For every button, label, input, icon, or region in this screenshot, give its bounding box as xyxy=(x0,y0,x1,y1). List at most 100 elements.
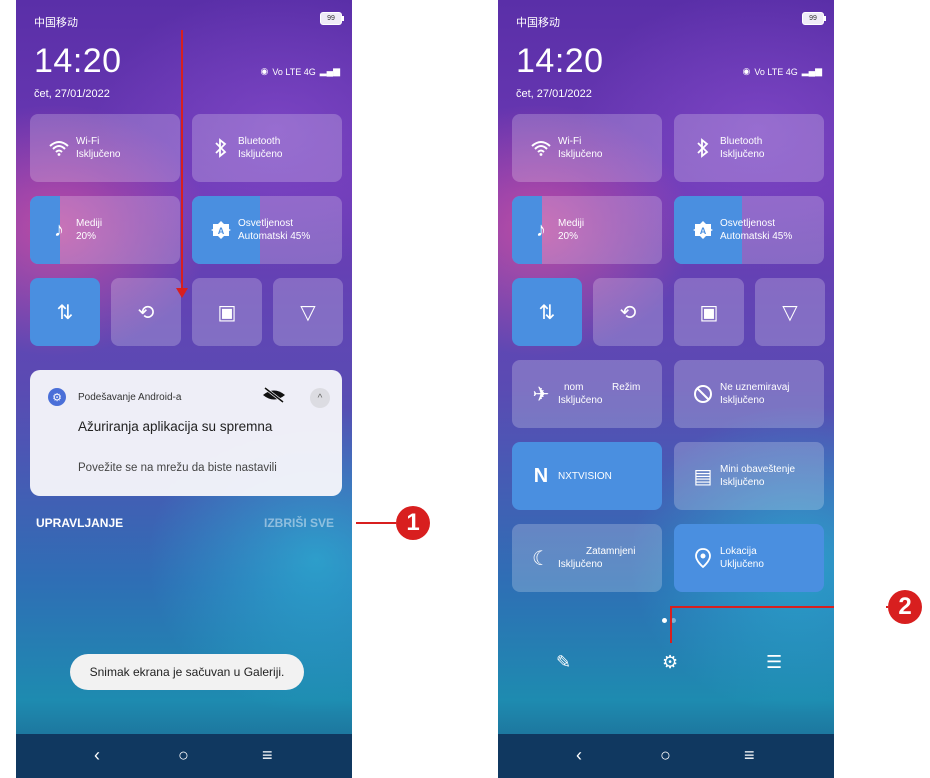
swipe-arrow-line xyxy=(181,30,183,292)
airplane-mode-tile[interactable]: ✈ nom Režim Isključeno xyxy=(512,360,662,428)
notification-history-icon[interactable]: ☰ xyxy=(766,652,782,673)
brightness-title: Osvetljenost xyxy=(238,218,294,229)
collapse-chevron-icon[interactable]: ^ xyxy=(310,388,330,408)
wifi-state: Isključeno xyxy=(558,149,603,160)
signal-icons: ◉ Vo LTE 4G ▂▄▆ xyxy=(261,66,340,77)
airplane-title-a: nom xyxy=(564,382,584,393)
callout-1: 1 xyxy=(396,506,430,540)
auto-rotate-toggle[interactable]: ⟲ xyxy=(593,278,663,346)
nxtvision-tile[interactable]: N NXTVISION xyxy=(512,442,662,510)
auto-rotate-toggle[interactable]: ⟲ xyxy=(111,278,181,346)
svg-text:A: A xyxy=(700,226,707,236)
home-icon[interactable]: ○ xyxy=(178,745,189,766)
brightness-tile[interactable]: A Osvetljenost Automatski 45% xyxy=(674,196,824,264)
brightness-auto-icon: A xyxy=(210,219,232,241)
bluetooth-title: Bluetooth xyxy=(238,136,281,147)
brightness-value: Automatski 45% xyxy=(238,231,311,242)
callout-2-horizontal-line xyxy=(670,606,834,608)
media-title: Mediji xyxy=(558,218,585,229)
media-volume-tile[interactable]: ♪ Mediji 20% xyxy=(30,196,180,264)
media-volume-tile[interactable]: ♪ Mediji 20% xyxy=(512,196,662,264)
music-note-icon: ♪ xyxy=(54,218,64,241)
clear-all-button[interactable]: IZBRIŠI SVE xyxy=(264,516,334,530)
dnd-state: Isključeno xyxy=(720,395,765,406)
brightness-auto-icon: A xyxy=(692,219,714,241)
dark-mode-icon: ☾ xyxy=(532,547,550,570)
home-icon[interactable]: ○ xyxy=(660,745,671,766)
hide-eye-icon[interactable] xyxy=(262,386,286,409)
volte-label: Vo LTE 4G xyxy=(754,66,798,77)
dark-title: Zatamnjeni xyxy=(586,546,636,557)
manage-button[interactable]: UPRAVLJANJE xyxy=(36,516,123,530)
nfc-icon: ◉ xyxy=(260,66,269,76)
flashlight-icon: ▽ xyxy=(300,301,316,324)
bluetooth-tile[interactable]: Bluetooth Isključeno xyxy=(192,114,342,182)
do-not-disturb-tile[interactable]: Ne uznemiravaj Isključeno xyxy=(674,360,824,428)
screenshot-toggle[interactable]: ▣ xyxy=(674,278,744,346)
carrier-label: 中国移动 xyxy=(516,17,560,29)
wifi-tile[interactable]: Wi-Fi Isključeno xyxy=(512,114,662,182)
wifi-icon xyxy=(48,137,70,159)
screenshot-toggle[interactable]: ▣ xyxy=(192,278,262,346)
rotate-icon: ⟲ xyxy=(137,301,155,324)
notification-card[interactable]: ⚙ Podešavanje Android-a ^ Ažuriranja apl… xyxy=(30,370,342,496)
screenshot-toast: Snimak ekrana je sačuvan u Galeriji. xyxy=(70,654,304,690)
mini-title: Mini obaveštenje xyxy=(720,464,796,475)
wifi-tile[interactable]: Wi-Fi Isključeno xyxy=(30,114,180,182)
rotate-icon: ⟲ xyxy=(619,301,637,324)
bluetooth-state: Isključeno xyxy=(720,149,765,160)
location-tile[interactable]: Lokacija Uključeno xyxy=(674,524,824,592)
volte-label: Vo LTE 4G xyxy=(272,66,316,77)
wifi-state: Isključeno xyxy=(76,149,121,160)
bluetooth-tile[interactable]: Bluetooth Isključeno xyxy=(674,114,824,182)
settings-app-icon: ⚙ xyxy=(48,388,66,406)
mobile-data-toggle[interactable]: ⇅ xyxy=(512,278,582,346)
wifi-title: Wi-Fi xyxy=(76,136,100,147)
wifi-icon xyxy=(530,137,552,159)
signal-icon: ▂▄▆ xyxy=(319,66,340,76)
battery-indicator: 99 xyxy=(320,12,344,25)
brightness-tile[interactable]: A Osvetljenost Automatski 45% xyxy=(192,196,342,264)
media-value: 20% xyxy=(76,231,97,242)
mini-notification-tile[interactable]: ▤ Mini obaveštenje Isključeno xyxy=(674,442,824,510)
music-note-icon: ♪ xyxy=(536,218,546,241)
data-arrows-icon: ⇅ xyxy=(538,301,556,324)
nxtvision-icon: N xyxy=(533,464,549,487)
dark-mode-tile[interactable]: ☾ Zatamnjeni Isključeno xyxy=(512,524,662,592)
media-value: 20% xyxy=(558,231,579,242)
recents-icon[interactable]: ≡ xyxy=(744,745,755,766)
screenshot-icon: ▣ xyxy=(699,301,719,324)
bluetooth-title: Bluetooth xyxy=(720,136,763,147)
recents-icon[interactable]: ≡ xyxy=(262,745,273,766)
location-state: Uključeno xyxy=(720,559,764,570)
carrier-label: 中国移动 xyxy=(34,17,78,29)
back-icon[interactable]: ‹ xyxy=(576,745,582,766)
date-label: čet, 27/01/2022 xyxy=(516,88,592,100)
wifi-title: Wi-Fi xyxy=(558,136,582,147)
nfc-icon: ◉ xyxy=(742,66,751,76)
brightness-title: Osvetljenost xyxy=(720,218,776,229)
flashlight-toggle[interactable]: ▽ xyxy=(755,278,825,346)
edit-icon[interactable]: ✎ xyxy=(556,652,571,673)
nxtvision-title: NXTVISION xyxy=(558,471,612,482)
bluetooth-state: Isključeno xyxy=(238,149,283,160)
clock: 14:20 xyxy=(516,42,604,80)
dark-state: Isključeno xyxy=(558,559,603,570)
swipe-arrow-head xyxy=(176,288,188,298)
flashlight-toggle[interactable]: ▽ xyxy=(273,278,343,346)
signal-icon: ▂▄▆ xyxy=(801,66,822,76)
date-label: čet, 27/01/2022 xyxy=(34,88,110,100)
dnd-icon xyxy=(692,383,714,405)
settings-gear-icon[interactable]: ⚙ xyxy=(662,652,678,673)
airplane-icon: ✈ xyxy=(532,383,550,406)
page-indicator xyxy=(662,618,676,623)
location-title: Lokacija xyxy=(720,546,757,557)
back-icon[interactable]: ‹ xyxy=(94,745,100,766)
media-title: Mediji xyxy=(76,218,103,229)
callout-2-vertical-line xyxy=(670,607,672,643)
svg-text:A: A xyxy=(218,226,225,236)
bluetooth-icon xyxy=(210,137,232,159)
mobile-data-toggle[interactable]: ⇅ xyxy=(30,278,100,346)
left-phone-screen: 中国移动 99 14:20 čet, 27/01/2022 ◉ Vo LTE 4… xyxy=(16,0,352,778)
airplane-title-b: Režim xyxy=(612,382,641,393)
